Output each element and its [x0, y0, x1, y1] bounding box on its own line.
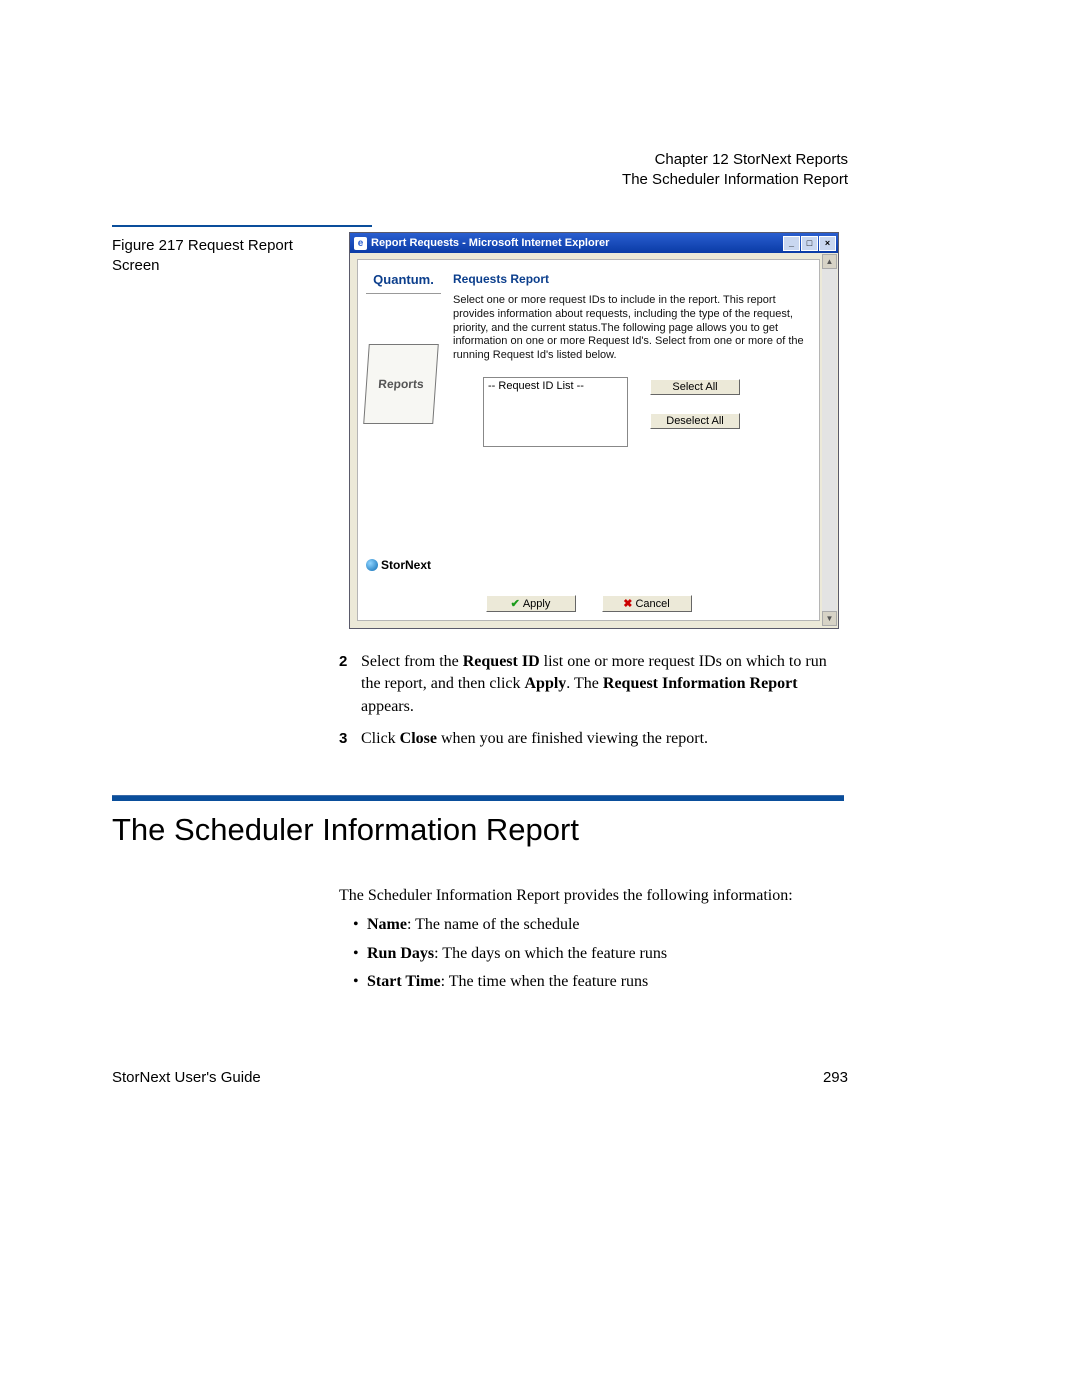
select-all-button[interactable]: Select All [650, 379, 740, 395]
step-3: 3 Click Close when you are finished view… [339, 728, 844, 750]
section-rule [112, 795, 844, 801]
panel-title: Requests Report [453, 272, 809, 286]
text-bold: Apply [525, 675, 567, 692]
ie-icon: e [354, 237, 367, 250]
apply-button[interactable]: ✔Apply [486, 595, 576, 612]
panel-description: Select one or more request IDs to includ… [453, 294, 809, 363]
bullet-item: • Run Days: The days on which the featur… [353, 942, 844, 967]
bullet-text: : The days on which the feature runs [434, 945, 667, 962]
cancel-label: Cancel [635, 598, 669, 610]
section-intro: The Scheduler Information Report provide… [339, 884, 844, 909]
text: when you are finished viewing the report… [437, 730, 708, 747]
bullet-icon: • [353, 970, 367, 995]
window-title: Report Requests - Microsoft Internet Exp… [371, 237, 609, 249]
step-number: 2 [339, 651, 361, 718]
bullet-item: • Start Time: The time when the feature … [353, 970, 844, 995]
figure-rule [112, 225, 372, 227]
close-button[interactable]: × [819, 236, 836, 251]
scroll-up-icon[interactable]: ▲ [822, 254, 837, 269]
request-id-list[interactable]: -- Request ID List -- [483, 377, 628, 447]
globe-icon [366, 559, 378, 571]
reports-icon: Reports [363, 344, 439, 424]
bullet-item: • Name: The name of the schedule [353, 913, 844, 938]
step-2: 2 Select from the Request ID list one or… [339, 651, 844, 718]
product-name: StorNext [381, 558, 431, 572]
stornext-logo: StorNext [366, 558, 431, 572]
bullet-text: : The name of the schedule [407, 916, 580, 933]
bullet-label: Run Days [367, 945, 434, 962]
footer-guide-name: StorNext User's Guide [112, 1069, 261, 1086]
section-label: The Scheduler Information Report [622, 170, 848, 190]
running-header: Chapter 12 StorNext Reports The Schedule… [622, 150, 848, 191]
text: appears. [361, 698, 414, 715]
figure-caption: Figure 217 Request Report Screen [112, 236, 322, 277]
deselect-all-button[interactable]: Deselect All [650, 413, 740, 429]
x-icon: ✖ [623, 598, 632, 610]
request-report-screenshot: e Report Requests - Microsoft Internet E… [349, 232, 839, 629]
text: . The [566, 675, 603, 692]
minimize-button[interactable]: _ [783, 236, 800, 251]
section-heading: The Scheduler Information Report [112, 812, 579, 848]
sidebar: Quantum. Reports StorNext [366, 272, 441, 572]
page-number: 293 [823, 1069, 848, 1086]
scroll-down-icon[interactable]: ▼ [822, 611, 837, 626]
bullet-label: Name [367, 916, 407, 933]
apply-label: Apply [523, 598, 551, 610]
text-bold: Request ID [463, 653, 540, 670]
bullet-icon: • [353, 913, 367, 938]
bullet-label: Start Time [367, 973, 441, 990]
chapter-label: Chapter 12 StorNext Reports [622, 150, 848, 170]
check-icon: ✔ [511, 598, 520, 610]
text: Click [361, 730, 400, 747]
scrollbar[interactable]: ▲ ▼ [822, 254, 837, 626]
cancel-button[interactable]: ✖Cancel [602, 595, 692, 612]
text-bold: Close [400, 730, 437, 747]
content-panel: Quantum. Reports StorNext Requests Repor… [357, 259, 820, 621]
quantum-logo: Quantum. [366, 272, 441, 294]
text: Select from the [361, 653, 463, 670]
window-titlebar: e Report Requests - Microsoft Internet E… [350, 233, 838, 253]
step-number: 3 [339, 728, 361, 750]
bullet-text: : The time when the feature runs [441, 973, 649, 990]
bullet-icon: • [353, 942, 367, 967]
text-bold: Request Information Report [603, 675, 798, 692]
maximize-button[interactable]: □ [801, 236, 818, 251]
